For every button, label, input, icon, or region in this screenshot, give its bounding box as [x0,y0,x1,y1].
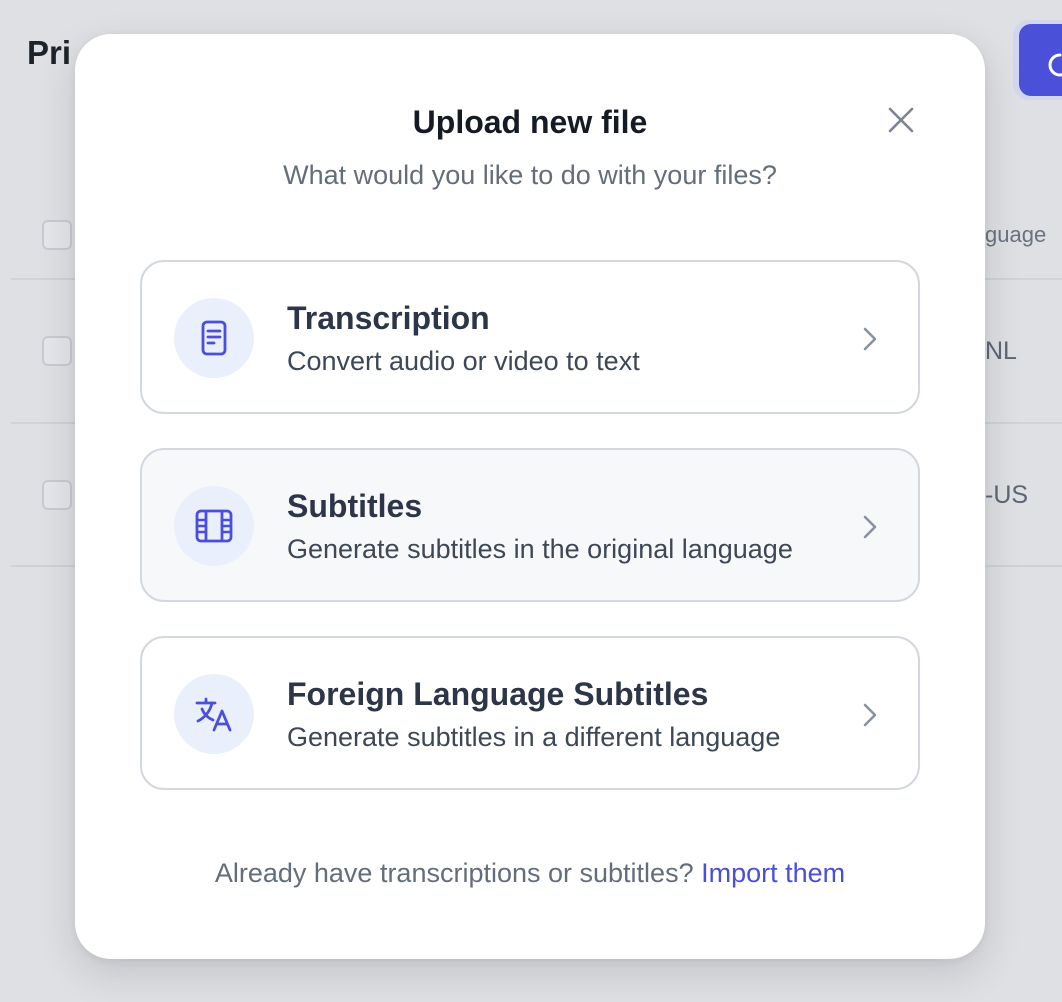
option-title: Subtitles [287,488,423,524]
option-icon-background [174,486,254,566]
close-button[interactable] [883,102,919,138]
row-checkbox[interactable] [42,336,72,366]
document-icon [201,320,227,356]
row-language: -US [985,481,1029,509]
new-upload-button-inner[interactable] [1019,24,1062,96]
close-icon [888,107,914,133]
option-foreign-subtitles[interactable]: Foreign Language Subtitles Generate subt… [140,636,920,790]
refresh-icon [1048,53,1062,77]
upload-modal: Upload new file What would you like to d… [75,34,985,959]
option-icon-background [174,674,254,754]
option-description: Generate subtitles in a different langua… [287,722,781,752]
option-subtitles[interactable]: Subtitles Generate subtitles in the orig… [140,448,920,602]
import-link[interactable]: Import them [701,858,845,888]
chevron-right-icon [863,703,877,727]
option-description: Generate subtitles in the original langu… [287,534,793,564]
import-footer: Already have transcriptions or subtitles… [75,858,985,889]
translate-icon [195,697,232,732]
option-title: Foreign Language Subtitles [287,676,709,712]
chevron-right-icon [863,515,877,539]
page-title: Pri [27,34,72,71]
row-checkbox[interactable] [42,480,72,510]
modal-title: Upload new file [412,104,648,140]
option-title: Transcription [287,300,490,336]
modal-subtitle: What would you like to do with your file… [283,160,777,190]
language-column-header: guage [985,222,1047,247]
film-icon [195,509,233,543]
import-prompt-text: Already have transcriptions or subtitles… [214,858,694,888]
option-icon-background [174,298,254,378]
row-language: NL [985,337,1017,365]
option-description: Convert audio or video to text [287,346,640,376]
select-all-checkbox[interactable] [42,220,72,250]
chevron-right-icon [863,327,877,351]
new-upload-button[interactable] [1013,20,1062,100]
option-transcription[interactable]: Transcription Convert audio or video to … [140,260,920,414]
